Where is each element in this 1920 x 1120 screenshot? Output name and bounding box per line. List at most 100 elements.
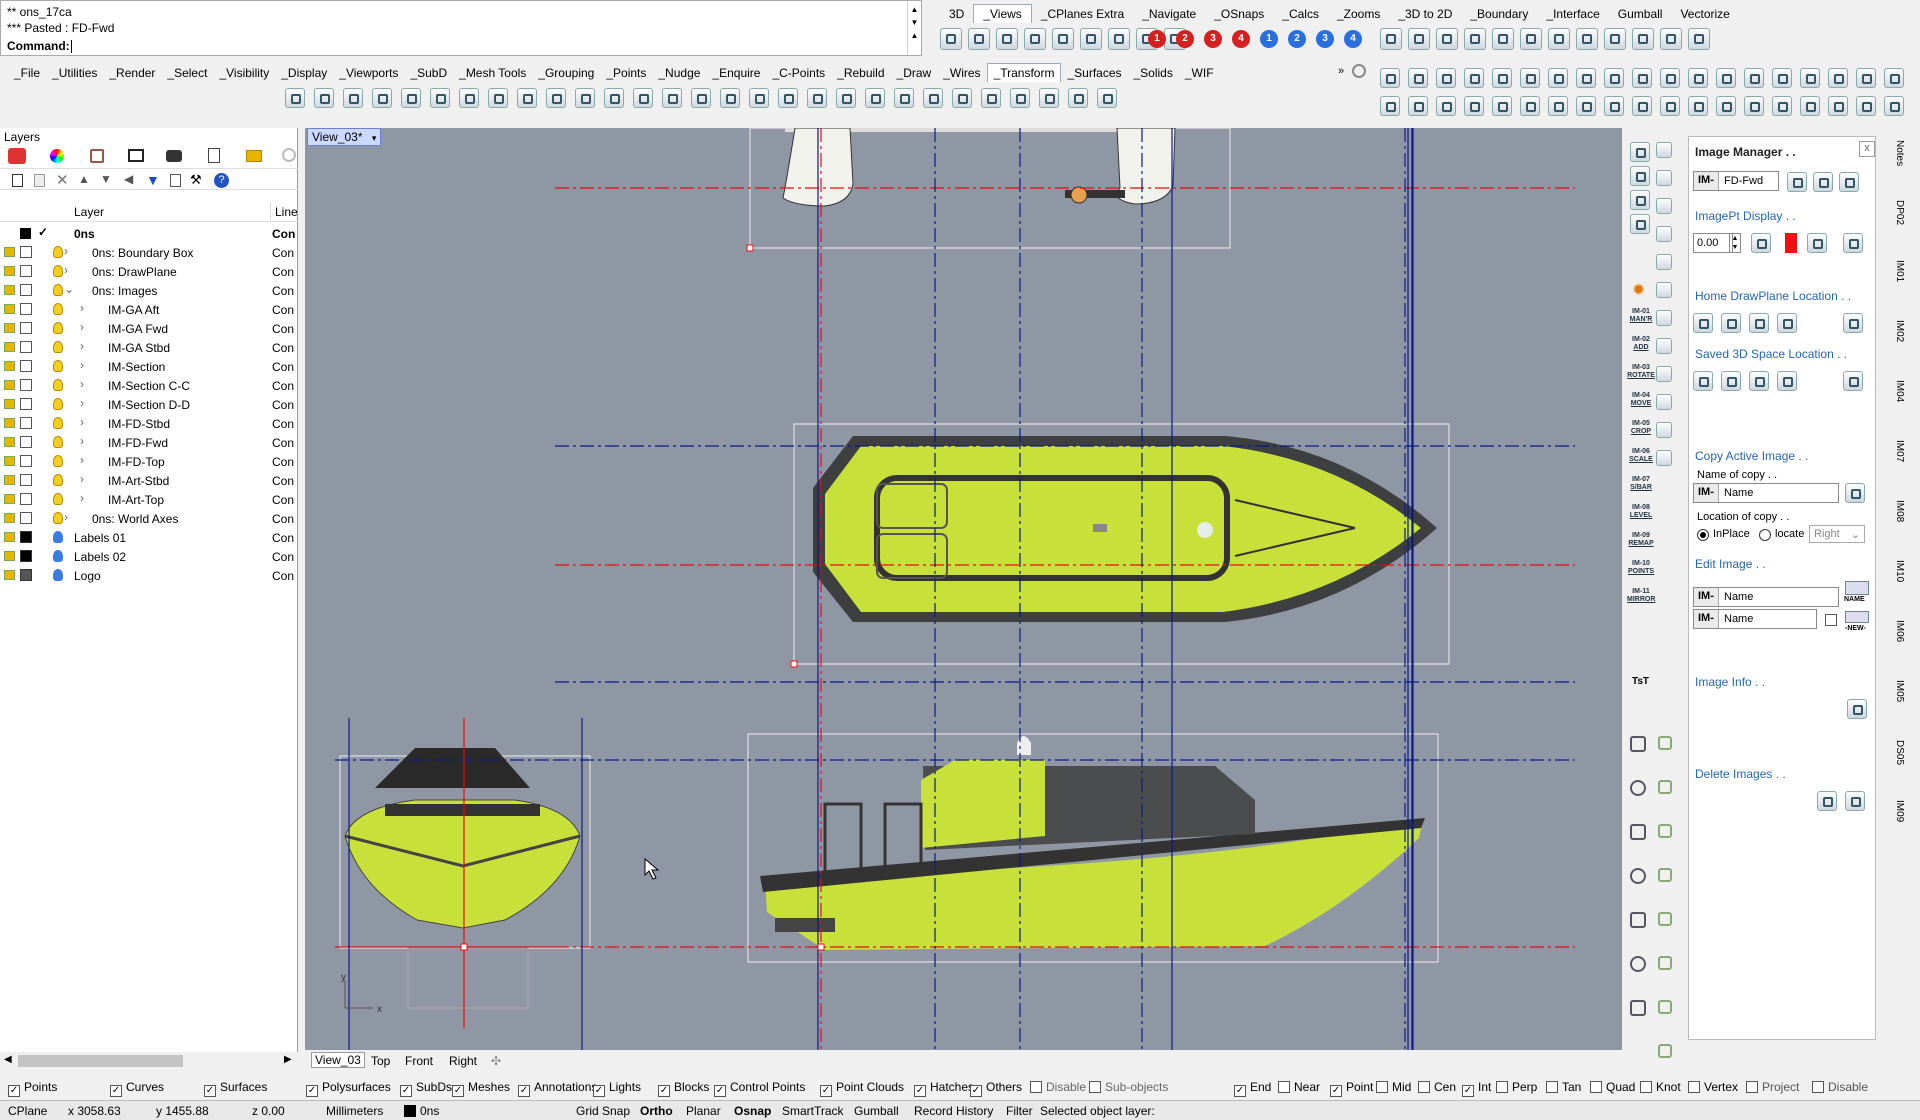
tab-transform[interactable]: _Transform [986,63,1062,82]
layer-on-bulb-icon[interactable] [53,531,63,543]
transform-tool-icon[interactable] [372,88,392,108]
layer-linetype[interactable]: Con [272,322,294,336]
osnap-vertex-checkbox[interactable]: Vertex [1688,1080,1738,1094]
help-icon[interactable]: ? [214,173,229,188]
quick-tool-icon[interactable] [1828,96,1848,116]
layer-on-bulb-icon[interactable] [53,455,63,467]
side-tool-icon[interactable] [1630,780,1646,796]
side-tool-icon[interactable] [1656,338,1672,354]
viewport-tab-right[interactable]: Right [449,1054,477,1068]
quick-tool-icon[interactable] [1604,96,1624,116]
viewport-tab-front[interactable]: Front [405,1054,433,1068]
quick-tool-icon[interactable] [1548,68,1568,88]
transform-tool-icon[interactable] [952,88,972,108]
quick-tool-icon[interactable] [1716,68,1736,88]
layer-linetype[interactable]: Con [272,284,294,298]
copy-name-field[interactable]: IM- Name [1693,483,1839,503]
checkbox-box[interactable] [1418,1081,1430,1093]
numbered-button-6[interactable]: 2 [1288,30,1306,48]
layer-linetype[interactable]: Con [272,398,294,412]
navigate-tool-icon[interactable] [1492,28,1514,50]
lock-icon[interactable] [4,342,15,352]
quick-tool-icon[interactable] [1772,68,1792,88]
side-tool-icon[interactable] [1630,1000,1646,1016]
quick-tool-icon[interactable] [1408,96,1428,116]
quick-tool-icon[interactable] [1632,96,1652,116]
command-scrollbar[interactable]: ▲ ▼ ▲ [907,1,921,55]
layer-on-bulb-icon[interactable] [53,322,63,334]
checkbox-box[interactable]: ✓ [1234,1085,1246,1097]
layer-visible-checkbox[interactable] [20,322,32,334]
side-tool-icon[interactable] [1658,1044,1672,1058]
vertical-tab-dp02[interactable]: DP02 [1894,200,1905,225]
transform-tool-icon[interactable] [1097,88,1117,108]
layer-on-bulb-icon[interactable] [53,417,63,429]
osnap-toggle[interactable]: Osnap [734,1104,771,1118]
lock-icon[interactable] [4,456,15,466]
layer-row[interactable]: › IM-GA Stbd Con [0,338,298,357]
layer-on-bulb-icon[interactable] [53,569,63,581]
tab-overflow-icon[interactable]: » [1338,65,1344,77]
quick-tool-icon[interactable] [1436,68,1456,88]
lock-icon[interactable] [4,513,15,523]
quick-tool-icon[interactable] [1660,96,1680,116]
im-tool-im-05[interactable]: IM-05 CROP [1627,420,1655,436]
numbered-button-7[interactable]: 3 [1316,30,1334,48]
layer-column-header[interactable]: Layer [74,205,104,219]
quick-tool-icon[interactable] [1464,96,1484,116]
smarttrack-toggle[interactable]: SmartTrack [782,1104,844,1118]
im-tool-im-10[interactable]: IM-10 POINTS [1627,560,1655,576]
navigate-tool-icon[interactable] [1408,28,1430,50]
tab-surfaces[interactable]: _Surfaces [1061,64,1127,82]
osnap-mid-checkbox[interactable]: Mid [1376,1080,1411,1094]
layer-linetype[interactable]: Con [272,303,294,317]
settings-tab-icon[interactable] [282,148,296,162]
transform-tool-icon[interactable] [981,88,1001,108]
expand-chevron-icon[interactable]: › [80,377,84,391]
transform-tool-icon[interactable] [575,88,595,108]
osnap-end-checkbox[interactable]: ✓ End [1234,1080,1271,1097]
side-tool-icon[interactable] [1630,912,1646,928]
ortho-toggle[interactable]: Ortho [640,1104,673,1118]
vertical-tab-im07[interactable]: IM07 [1894,440,1905,462]
lock-icon[interactable] [4,247,15,257]
quick-tool-icon[interactable] [1856,96,1876,116]
layer-row[interactable]: Labels 02 Con [0,547,298,566]
view-tool-icon[interactable] [996,28,1018,50]
quick-tool-icon[interactable] [1520,68,1540,88]
numbered-button-4[interactable]: 4 [1232,30,1250,48]
space-apply-button[interactable] [1843,371,1863,391]
quick-tool-icon[interactable] [1884,68,1904,88]
filter-surfaces-checkbox[interactable]: ✓ Surfaces [204,1080,267,1097]
checkbox-box[interactable]: ✓ [714,1085,726,1097]
home-query-button[interactable] [1693,313,1713,333]
record-history-toggle[interactable]: Record History [914,1104,993,1118]
layer-linetype[interactable]: Con [272,379,294,393]
vertical-tab-im09[interactable]: IM09 [1894,800,1905,822]
layer-on-bulb-icon[interactable] [53,303,63,315]
tab-cplanesextra[interactable]: _CPlanes Extra [1032,5,1133,23]
checkbox-box[interactable]: ✓ [204,1085,216,1097]
image-edit-button[interactable] [1839,172,1859,192]
tab-rebuild[interactable]: _Rebuild [831,64,890,82]
linetype-column-header[interactable]: Line [270,202,298,222]
layer-visible-checkbox[interactable] [20,436,32,448]
checkbox-box[interactable]: ✓ [452,1085,464,1097]
tab-file[interactable]: _File [8,64,46,82]
filter-control-points-checkbox[interactable]: ✓ Control Points [714,1080,805,1097]
view-tool-icon[interactable] [940,28,962,50]
imagept-refresh-button[interactable] [1807,233,1827,253]
expand-chevron-icon[interactable]: › [80,396,84,410]
quick-tool-icon[interactable] [1632,68,1652,88]
tab-visibility[interactable]: _Visibility [213,64,275,82]
quick-tool-icon[interactable] [1520,96,1540,116]
expand-chevron-icon[interactable]: ⌄ [64,282,74,296]
side-tool-icon[interactable] [1658,824,1672,838]
expand-chevron-icon[interactable]: › [64,510,68,524]
side-tool-icon[interactable] [1658,736,1672,750]
home-query2-button[interactable] [1721,313,1741,333]
checkbox-box[interactable]: ✓ [914,1085,926,1097]
expand-chevron-icon[interactable]: › [80,453,84,467]
layer-on-bulb-icon[interactable] [53,265,63,277]
osnap-tan-checkbox[interactable]: Tan [1546,1080,1581,1094]
